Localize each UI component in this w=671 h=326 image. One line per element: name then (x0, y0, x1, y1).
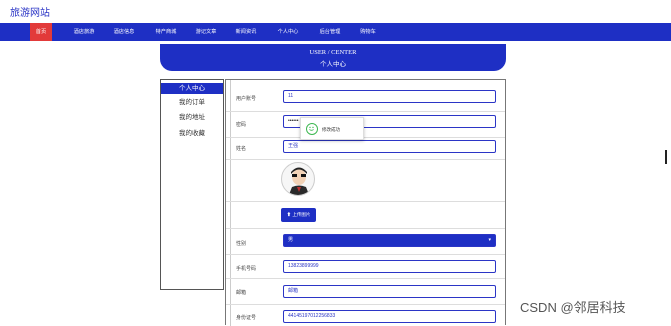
account-field[interactable]: 11 (283, 90, 496, 103)
email-label: 邮箱 (236, 290, 247, 296)
nav-item-hotel-travel[interactable]: 酒店旅游 (70, 23, 98, 41)
divider (226, 278, 505, 279)
banner-title-en: USER / CENTER (309, 49, 357, 56)
gender-select[interactable]: 男 ▾ (283, 234, 496, 247)
upload-label: 上传图片 (292, 212, 311, 217)
site-title[interactable]: 旅游网站 (10, 4, 50, 19)
divider (226, 111, 505, 112)
idcard-label: 身份证号 (236, 315, 257, 321)
name-field[interactable]: 王强 (283, 140, 496, 153)
nav-item-cart[interactable]: 购物车 (356, 23, 380, 41)
divider (226, 304, 505, 305)
divider (226, 159, 505, 160)
text-cursor-icon (665, 150, 667, 164)
top-header: 旅游网站 (0, 0, 671, 22)
upload-image-button[interactable]: ⬆ 上传图片 (281, 208, 316, 222)
sidebar-item-personal-center[interactable]: 个人中心 (161, 83, 223, 94)
upload-icon: ⬆ (286, 212, 292, 217)
nav-item-personal-center[interactable]: 个人中心 (274, 23, 302, 41)
sidebar-item-address[interactable]: 我的地址 (161, 112, 223, 123)
sidebar: 个人中心 我的订单 我的地址 我的收藏 (160, 79, 224, 290)
banner-title-cn: 个人中心 (320, 61, 346, 68)
nav-item-hotel-info[interactable]: 酒店信息 (110, 23, 138, 41)
divider (226, 254, 505, 255)
idcard-field[interactable]: 441451970122568​33 (283, 310, 496, 323)
account-label: 用户账号 (236, 96, 257, 102)
nav-item-home[interactable]: 首页 (30, 23, 52, 41)
chevron-down-icon: ▾ (488, 237, 491, 243)
toast-message: 修改成功 (322, 127, 340, 132)
divider (226, 137, 505, 138)
avatar[interactable] (281, 162, 315, 196)
name-label: 姓名 (236, 146, 247, 152)
divider (226, 201, 505, 202)
page-banner: USER / CENTER 个人中心 (160, 44, 506, 71)
nav-item-travel-notes[interactable]: 游记文章 (192, 23, 220, 41)
password-label: 密码 (236, 122, 247, 128)
nav-item-specialty-mall[interactable]: 特产商城 (152, 23, 180, 41)
smile-icon (306, 123, 318, 135)
watermark: CSDN @邻居科技 (520, 300, 626, 315)
email-field[interactable]: 邮箱 (283, 285, 496, 298)
form-left-border (226, 80, 231, 326)
phone-label: 手机号码 (236, 266, 257, 272)
sidebar-item-orders[interactable]: 我的订单 (161, 97, 223, 108)
sidebar-item-favorites[interactable]: 我的收藏 (161, 128, 223, 139)
phone-field[interactable]: 13823899999 (283, 260, 496, 273)
divider (226, 228, 505, 229)
main-nav: 首页 酒店旅游 酒店信息 特产商城 游记文章 新闻资讯 个人中心 后台管理 购物… (0, 23, 671, 41)
gender-value: 男 (288, 237, 294, 243)
nav-item-admin[interactable]: 后台管理 (316, 23, 344, 41)
nav-item-news[interactable]: 新闻资讯 (232, 23, 260, 41)
success-toast: 修改成功 (300, 117, 364, 140)
gender-label: 性别 (236, 241, 247, 247)
profile-form: 用户账号 11 密码 •••••• 姓名 王强 性别 男 ▾ 手机号码 1382… (225, 79, 506, 326)
